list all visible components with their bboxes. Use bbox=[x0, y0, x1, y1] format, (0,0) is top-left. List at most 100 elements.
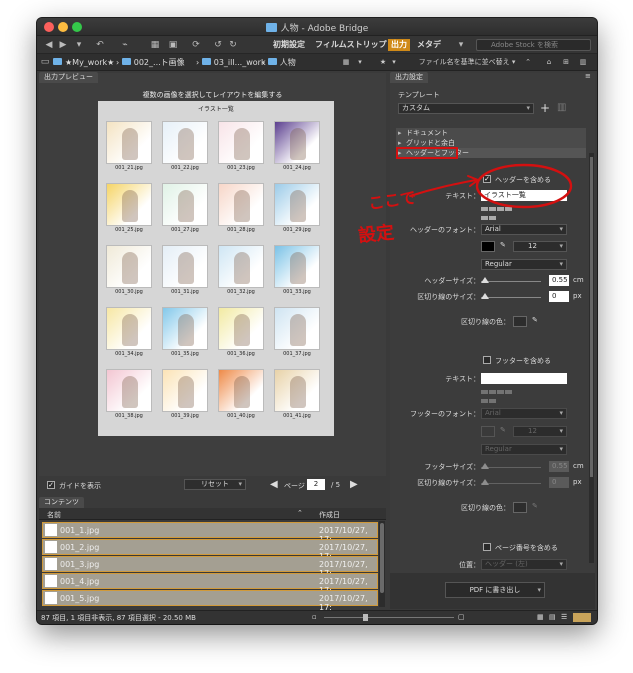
next-page-icon[interactable]: ▶ bbox=[350, 479, 358, 490]
rotate-right-icon[interactable]: ↻ bbox=[227, 39, 239, 51]
thumbnail-quality-icon[interactable]: ▦ bbox=[339, 56, 353, 69]
illustration-figure bbox=[234, 314, 250, 346]
content-scrollbar[interactable] bbox=[379, 521, 385, 607]
sort-direction-icon[interactable]: ⌃ bbox=[522, 56, 534, 69]
footer-font-dropdown[interactable]: Arial bbox=[481, 408, 567, 419]
footer-eyedropper-icon[interactable]: ✎ bbox=[500, 426, 506, 434]
crumb-person[interactable]: › 人物 bbox=[262, 57, 296, 68]
column-date[interactable]: 作成日 bbox=[319, 510, 340, 520]
refine-icon[interactable]: ▦ bbox=[149, 39, 161, 51]
crumb-002[interactable]: › 002_...ト画像 bbox=[116, 57, 185, 68]
footer-size-slider[interactable] bbox=[481, 463, 541, 471]
crumb-03[interactable]: › 03_ill..._work bbox=[196, 57, 266, 68]
show-guides-checkbox[interactable]: ✓ bbox=[47, 481, 55, 489]
zoom-out-icon[interactable]: ▫ bbox=[312, 613, 317, 621]
trash-icon[interactable]: ▥ bbox=[577, 56, 589, 69]
footer-size-dropdown[interactable]: 12 bbox=[513, 426, 567, 437]
header-divider-eyedropper-icon[interactable]: ✎ bbox=[532, 316, 538, 324]
footer-text-input[interactable] bbox=[481, 373, 567, 384]
table-row[interactable]: 001_5.jpg 2017/10/27, 17: bbox=[42, 590, 378, 612]
sort-up-icon[interactable]: ⌃ bbox=[297, 509, 303, 517]
include-header-checkbox[interactable]: ✓ bbox=[483, 175, 491, 183]
footer-divider-knob[interactable] bbox=[481, 479, 489, 485]
history-dropdown-icon[interactable]: ▾ bbox=[73, 39, 85, 51]
sort-dropdown[interactable]: ファイル名を基準に並べ替え ▾ bbox=[417, 56, 517, 69]
template-dropdown[interactable]: カスタム bbox=[398, 103, 534, 114]
view-grid-icon[interactable]: ▦ bbox=[537, 613, 544, 621]
footer-color-swatch[interactable] bbox=[481, 426, 495, 437]
page-number-input[interactable]: 2 bbox=[307, 479, 325, 490]
footer-divider-input[interactable]: 0 bbox=[549, 477, 569, 488]
header-text-input[interactable]: イラスト一覧 bbox=[481, 190, 567, 201]
workspace-output[interactable]: 出力 bbox=[388, 39, 410, 51]
view-details-icon[interactable]: ▤ bbox=[549, 613, 556, 621]
zoom-in-icon[interactable]: ▢ bbox=[458, 613, 465, 621]
prev-page-icon[interactable]: ◀ bbox=[270, 479, 278, 490]
crumb-my-work[interactable]: ★My_work★ bbox=[53, 57, 114, 68]
include-footer-checkbox[interactable] bbox=[483, 356, 491, 364]
add-template-icon[interactable]: + bbox=[540, 101, 550, 115]
reset-button[interactable]: リセット bbox=[184, 479, 246, 490]
new-folder-icon[interactable]: ⊞ bbox=[560, 56, 572, 69]
footer-divider-color-swatch[interactable] bbox=[513, 502, 527, 513]
header-size-knob[interactable] bbox=[481, 277, 489, 283]
table-row[interactable]: 001_4.jpg2017/10/27, 17: bbox=[42, 573, 378, 595]
header-divider-color-swatch[interactable] bbox=[513, 316, 527, 327]
workspace-menu-icon[interactable]: ▾ bbox=[456, 39, 466, 51]
footer-style-dropdown[interactable]: Regular bbox=[481, 444, 567, 455]
table-row[interactable]: 001_1.jpg2017/10/27, 17: bbox=[42, 522, 378, 544]
header-divider-slider[interactable] bbox=[481, 293, 541, 301]
footer-divider-eyedropper-icon[interactable]: ✎ bbox=[532, 502, 538, 510]
back-icon[interactable]: ◀ bbox=[43, 39, 55, 51]
rating-star-icon[interactable]: ★ bbox=[377, 56, 389, 69]
table-row[interactable]: 001_2.jpg2017/10/27, 17: bbox=[42, 539, 378, 561]
forward-icon[interactable]: ▶ bbox=[57, 39, 69, 51]
footer-divider-slider[interactable] bbox=[481, 479, 541, 487]
boomerang-icon[interactable]: ↶ bbox=[93, 39, 107, 51]
footer-size-input[interactable]: 0.55 bbox=[549, 461, 569, 472]
panel-menu-icon[interactable]: ≡ bbox=[585, 72, 591, 80]
section-document[interactable]: ドキュメント bbox=[396, 128, 586, 138]
header-divider-knob[interactable] bbox=[481, 293, 489, 299]
delete-template-icon[interactable]: ▥ bbox=[557, 102, 566, 113]
header-divider-input[interactable]: 0 bbox=[549, 291, 569, 302]
header-align-icon[interactable] bbox=[481, 205, 513, 220]
tab-output-preview[interactable]: 出力プレビュー bbox=[39, 72, 98, 83]
rating-dropdown-icon[interactable]: ▾ bbox=[389, 56, 399, 69]
tab-output-settings[interactable]: 出力設定 bbox=[390, 72, 428, 83]
illustration-figure bbox=[178, 376, 194, 408]
workspace-filmstrip[interactable]: フィルムストリップ bbox=[315, 39, 387, 51]
settings-scrollbar[interactable] bbox=[589, 153, 594, 563]
table-row[interactable]: 001_3.jpg2017/10/27, 17: bbox=[42, 556, 378, 578]
quality-dropdown-icon[interactable]: ▾ bbox=[355, 56, 365, 69]
footer-align-icon[interactable] bbox=[481, 388, 513, 403]
header-size-dropdown[interactable]: 12 bbox=[513, 241, 567, 252]
header-style-dropdown[interactable]: Regular bbox=[481, 259, 567, 270]
footer-size-knob[interactable] bbox=[481, 463, 489, 469]
rotate-left-icon[interactable]: ↺ bbox=[212, 39, 224, 51]
header-size-slider[interactable] bbox=[481, 277, 541, 285]
settings-scrollbar-thumb[interactable] bbox=[590, 157, 593, 477]
stock-search-input[interactable]: Adobe Stock を検索 bbox=[476, 39, 591, 51]
scrollbar-thumb[interactable] bbox=[380, 523, 384, 593]
header-eyedropper-icon[interactable]: ✎ bbox=[500, 241, 506, 249]
page-number-checkbox[interactable] bbox=[483, 543, 491, 551]
workspace-default[interactable]: 初期設定 bbox=[273, 39, 305, 51]
workspace-metadata[interactable]: メタデ bbox=[417, 39, 441, 51]
open-folder-icon[interactable]: ⌂ bbox=[542, 56, 556, 69]
view-active-icon[interactable] bbox=[573, 613, 591, 622]
header-font-dropdown[interactable]: Arial bbox=[481, 224, 567, 235]
header-size-input[interactable]: 0.55 bbox=[549, 275, 569, 286]
camera-icon[interactable]: ⌁ bbox=[119, 39, 131, 51]
view-list-icon[interactable]: ☰ bbox=[561, 613, 567, 621]
tab-content[interactable]: コンテンツ bbox=[39, 497, 84, 508]
thumbnail-size-slider[interactable] bbox=[324, 617, 454, 618]
computer-icon[interactable]: ▭ bbox=[39, 56, 51, 68]
open-recent-icon[interactable]: ▣ bbox=[167, 39, 179, 51]
rotate-icon[interactable]: ⟳ bbox=[190, 39, 202, 51]
thumbnail-slider-knob[interactable] bbox=[363, 614, 368, 621]
header-color-swatch[interactable] bbox=[481, 241, 495, 252]
export-pdf-button[interactable]: PDF に書き出し bbox=[445, 582, 545, 598]
position-dropdown[interactable]: ヘッダー (左) bbox=[481, 559, 567, 570]
column-name[interactable]: 名前 bbox=[47, 510, 61, 520]
